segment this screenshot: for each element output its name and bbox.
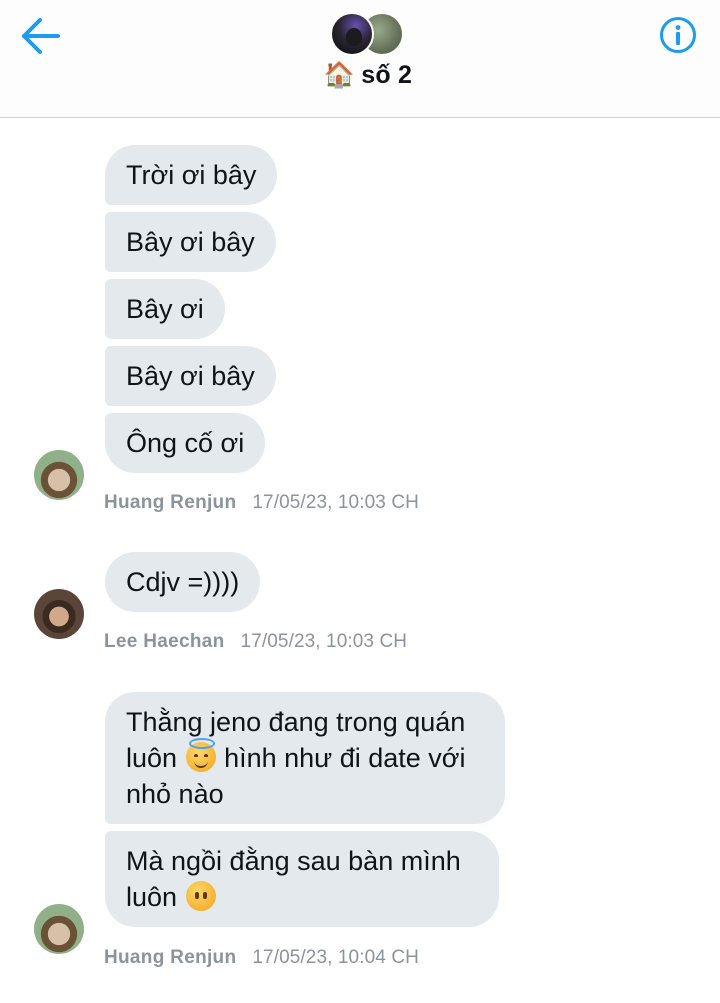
back-arrow-icon[interactable]: [20, 16, 62, 56]
info-icon[interactable]: [659, 16, 697, 54]
message-meta: Huang Renjun 17/05/23, 10:04 CH: [104, 947, 419, 969]
message-meta: Lee Haechan 17/05/23, 10:03 CH: [104, 631, 407, 653]
message-bubble[interactable]: Trời ơi bây: [105, 145, 278, 205]
message-bubble[interactable]: Bây ơi bây: [105, 212, 276, 272]
conversation-header: 🏠 số 2: [0, 0, 720, 118]
message-timestamp: 17/05/23, 10:04 CH: [252, 947, 419, 968]
member-avatar: [330, 12, 374, 56]
smiling-halo-emoji: [185, 738, 216, 772]
message-line: nhỏ nào: [126, 779, 224, 809]
house-emoji: 🏠: [323, 60, 356, 89]
message-line: Mà ngồi đằng sau bàn mình: [126, 846, 461, 876]
message-timestamp: 17/05/23, 10:03 CH: [252, 492, 419, 513]
message-bubble[interactable]: Ông cố ơi: [105, 413, 266, 473]
no-mouth-emoji: [185, 881, 216, 911]
sender-name: Huang Renjun: [104, 947, 237, 968]
message-bubble[interactable]: Thằng jeno đang trong quán luôn hình như…: [105, 692, 505, 824]
group-title[interactable]: 🏠 số 2: [0, 60, 720, 90]
message-meta: Huang Renjun 17/05/23, 10:03 CH: [104, 492, 419, 514]
message-bubble[interactable]: Mà ngồi đằng sau bàn mình luôn: [105, 831, 499, 927]
message-line: luôn: [126, 743, 178, 773]
sender-avatar[interactable]: [34, 904, 84, 954]
sender-avatar[interactable]: [34, 450, 84, 500]
message-timestamp: 17/05/23, 10:03 CH: [240, 631, 408, 652]
group-name: số 2: [361, 61, 413, 89]
sender-name: Huang Renjun: [104, 492, 237, 513]
sender-name: Lee Haechan: [104, 631, 225, 652]
sender-avatar[interactable]: [34, 589, 84, 639]
message-line: hình như đi date với: [224, 743, 466, 773]
message-line: luôn: [126, 882, 178, 912]
message-line: Thằng jeno đang trong quán: [126, 707, 466, 737]
message-bubble[interactable]: Bây ơi bây: [105, 346, 276, 406]
group-avatar-stack[interactable]: [330, 12, 410, 56]
message-bubble[interactable]: Cdjv =)))): [105, 552, 261, 612]
message-bubble[interactable]: Bây ơi: [105, 279, 225, 339]
